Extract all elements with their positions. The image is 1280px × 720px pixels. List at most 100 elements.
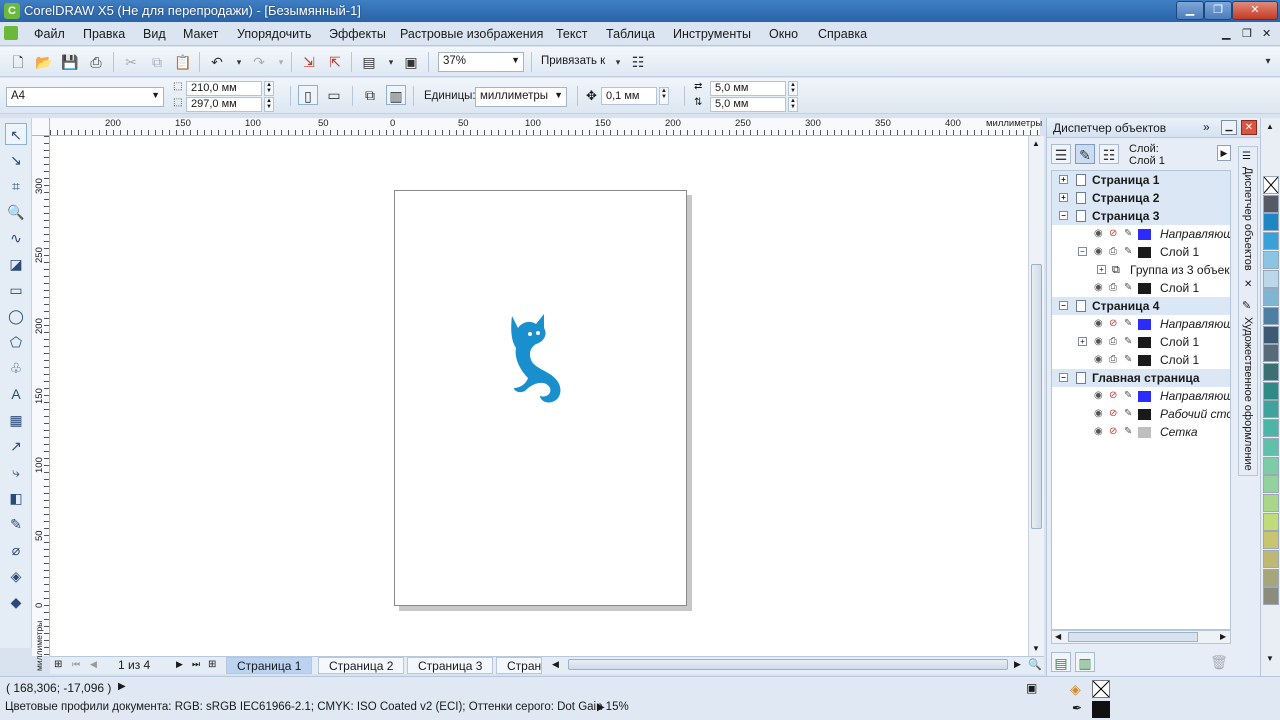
edit-pencil-icon[interactable]: ✎	[1124, 282, 1136, 294]
palette-scroll-down-icon[interactable]: ▼	[1266, 654, 1274, 663]
connector-tool-icon[interactable]: ⤷	[5, 461, 27, 483]
menu-tools[interactable]: Инструменты	[673, 27, 751, 41]
edit-pencil-icon[interactable]: ✎	[1124, 336, 1136, 348]
insert-page-after-icon[interactable]: ⊞	[208, 659, 216, 670]
scroll-up-icon[interactable]: ▲	[1032, 139, 1040, 148]
docker-hscrollbar[interactable]: ◀ ▶	[1051, 630, 1231, 644]
expander-icon[interactable]: +	[1059, 193, 1068, 202]
tree-page-row[interactable]: + Страница 1	[1052, 171, 1230, 189]
text-tool-icon[interactable]: A	[5, 383, 27, 405]
print-disabled-icon[interactable]: ⊘	[1109, 228, 1121, 240]
tree-page-row[interactable]: − Страница 3	[1052, 207, 1230, 225]
expander-icon[interactable]: −	[1078, 247, 1087, 256]
visibility-eye-icon[interactable]: ◉	[1094, 426, 1106, 438]
nudge-distance-field[interactable]: 0,1 мм	[601, 87, 657, 105]
layer-color-swatch[interactable]	[1138, 355, 1151, 366]
expander-icon[interactable]: +	[1097, 265, 1106, 274]
expander-icon[interactable]: −	[1059, 211, 1068, 220]
copy-icon[interactable]: ⧉	[147, 52, 167, 72]
horizontal-scroll-thumb[interactable]	[568, 659, 1008, 670]
visibility-eye-icon[interactable]: ◉	[1094, 246, 1106, 258]
snap-dropdown-icon[interactable]: ▾	[608, 52, 628, 72]
duplicate-y-field[interactable]: 5,0 мм	[710, 97, 786, 112]
table-tool-icon[interactable]: ▦	[5, 409, 27, 431]
export-icon[interactable]: ⇱	[325, 52, 345, 72]
visibility-eye-icon[interactable]: ◉	[1094, 354, 1106, 366]
height-spinner[interactable]: ▲ ▼	[264, 97, 274, 112]
units-select[interactable]: миллиметры ▼	[475, 87, 567, 107]
expander-icon[interactable]: −	[1059, 301, 1068, 310]
undo-icon[interactable]: ↶	[207, 52, 227, 72]
palette-color-swatch[interactable]	[1263, 437, 1279, 456]
scroll-right-icon[interactable]: ▶	[1220, 632, 1226, 641]
scroll-left-icon[interactable]: ◀	[1055, 632, 1061, 641]
layer-color-swatch[interactable]	[1138, 229, 1151, 240]
layer-color-swatch[interactable]	[1138, 427, 1151, 438]
parallel-dimension-tool-icon[interactable]: ↗	[5, 435, 27, 457]
docker-hscroll-thumb[interactable]	[1068, 632, 1198, 642]
scroll-left-icon[interactable]: ◀	[552, 659, 559, 670]
print-disabled-icon[interactable]: ⊘	[1109, 318, 1121, 330]
print-disabled-icon[interactable]: ⊘	[1109, 390, 1121, 402]
tree-layer-row[interactable]: ◉ ⎙ ✎ Слой 1	[1052, 279, 1230, 297]
welcome-screen-icon[interactable]: ▣	[401, 52, 421, 72]
visibility-eye-icon[interactable]: ◉	[1094, 282, 1106, 294]
previous-page-icon[interactable]: ◀	[90, 659, 97, 670]
paper-type-select[interactable]: A4 ▼	[6, 87, 164, 107]
printer-icon[interactable]: ⎙	[1109, 282, 1121, 294]
page-height-field[interactable]: 297,0 мм	[186, 97, 262, 112]
tree-layer-row[interactable]: ◉ ⊘ ✎ Сетка	[1052, 423, 1230, 441]
current-page-icon[interactable]: ▥	[386, 85, 406, 105]
smart-fill-tool-icon[interactable]: ◪	[5, 253, 27, 275]
zoom-tool-icon[interactable]: 🔍	[5, 201, 27, 223]
tree-layer-row[interactable]: ◉ ⊘ ✎ Направляющ	[1052, 315, 1230, 333]
menu-effects[interactable]: Эффекты	[329, 27, 386, 41]
tab-page-4[interactable]: Стран	[496, 657, 542, 674]
layer-color-swatch[interactable]	[1138, 247, 1151, 258]
artistic-media-tab-icon[interactable]: ✎	[1242, 299, 1251, 312]
vertical-scrollbar[interactable]: ▲ ▼	[1028, 136, 1044, 656]
snap-to-button[interactable]: Привязать к	[541, 55, 605, 67]
tree-layer-row[interactable]: ◉ ⊘ ✎ Направляющ	[1052, 225, 1230, 243]
tab-page-3[interactable]: Страница 3	[407, 657, 494, 674]
basic-shapes-tool-icon[interactable]: ♧	[5, 357, 27, 379]
status-expand-icon[interactable]: ▶	[118, 681, 126, 692]
visibility-eye-icon[interactable]: ◉	[1094, 228, 1106, 240]
tree-layer-row[interactable]: ◉ ⊘ ✎ Направляющ	[1052, 387, 1230, 405]
edit-pencil-icon[interactable]: ✎	[1124, 408, 1136, 420]
palette-color-swatch[interactable]	[1263, 550, 1279, 568]
paste-icon[interactable]: 📋	[173, 52, 193, 72]
outline-color-swatch[interactable]	[1092, 701, 1110, 718]
printer-icon[interactable]: ⎙	[1109, 246, 1121, 258]
maximize-button[interactable]: ❐	[1204, 1, 1232, 20]
zoom-navigator-icon[interactable]: 🔍	[1028, 658, 1042, 671]
menu-help[interactable]: Справка	[818, 27, 867, 41]
pick-tool-icon[interactable]: ↖	[5, 123, 27, 145]
visibility-eye-icon[interactable]: ◉	[1094, 408, 1106, 420]
tree-page-row[interactable]: − Страница 4	[1052, 297, 1230, 315]
menu-text[interactable]: Текст	[556, 27, 587, 41]
ellipse-tool-icon[interactable]: ◯	[5, 305, 27, 327]
menu-arrange[interactable]: Упорядочить	[237, 27, 311, 41]
undo-dropdown-icon[interactable]: ▾	[229, 52, 249, 72]
shape-tool-icon[interactable]: ↘	[5, 149, 27, 171]
screen-icon[interactable]: ▣	[1026, 681, 1037, 695]
palette-color-swatch[interactable]	[1263, 475, 1279, 494]
edit-across-layers-icon[interactable]: ✎	[1075, 144, 1095, 164]
last-page-icon[interactable]: ⏭	[192, 659, 200, 670]
scroll-right-icon[interactable]: ▶	[1014, 659, 1021, 670]
palette-color-swatch[interactable]	[1263, 512, 1279, 531]
ruler-origin[interactable]	[32, 118, 50, 136]
show-properties-icon[interactable]: ☰	[1051, 144, 1071, 164]
tab-page-1[interactable]: Страница 1	[226, 657, 313, 674]
expander-icon[interactable]: −	[1059, 373, 1068, 382]
scroll-down-icon[interactable]: ▼	[1032, 644, 1040, 653]
toolbar-options-icon[interactable]: ▾	[1258, 52, 1278, 72]
polygon-tool-icon[interactable]: ⬠	[5, 331, 27, 353]
menu-window[interactable]: Окно	[769, 27, 798, 41]
tree-layer-row[interactable]: ◉ ⊘ ✎ Рабочий сто	[1052, 405, 1230, 423]
tree-group-row[interactable]: + ⧉ Группа из 3 объект	[1052, 261, 1230, 279]
edit-pencil-icon[interactable]: ✎	[1124, 426, 1136, 438]
menu-bitmaps[interactable]: Растровые изображения	[400, 27, 543, 41]
duplicate-y-spinner[interactable]: ▲ ▼	[788, 97, 798, 112]
